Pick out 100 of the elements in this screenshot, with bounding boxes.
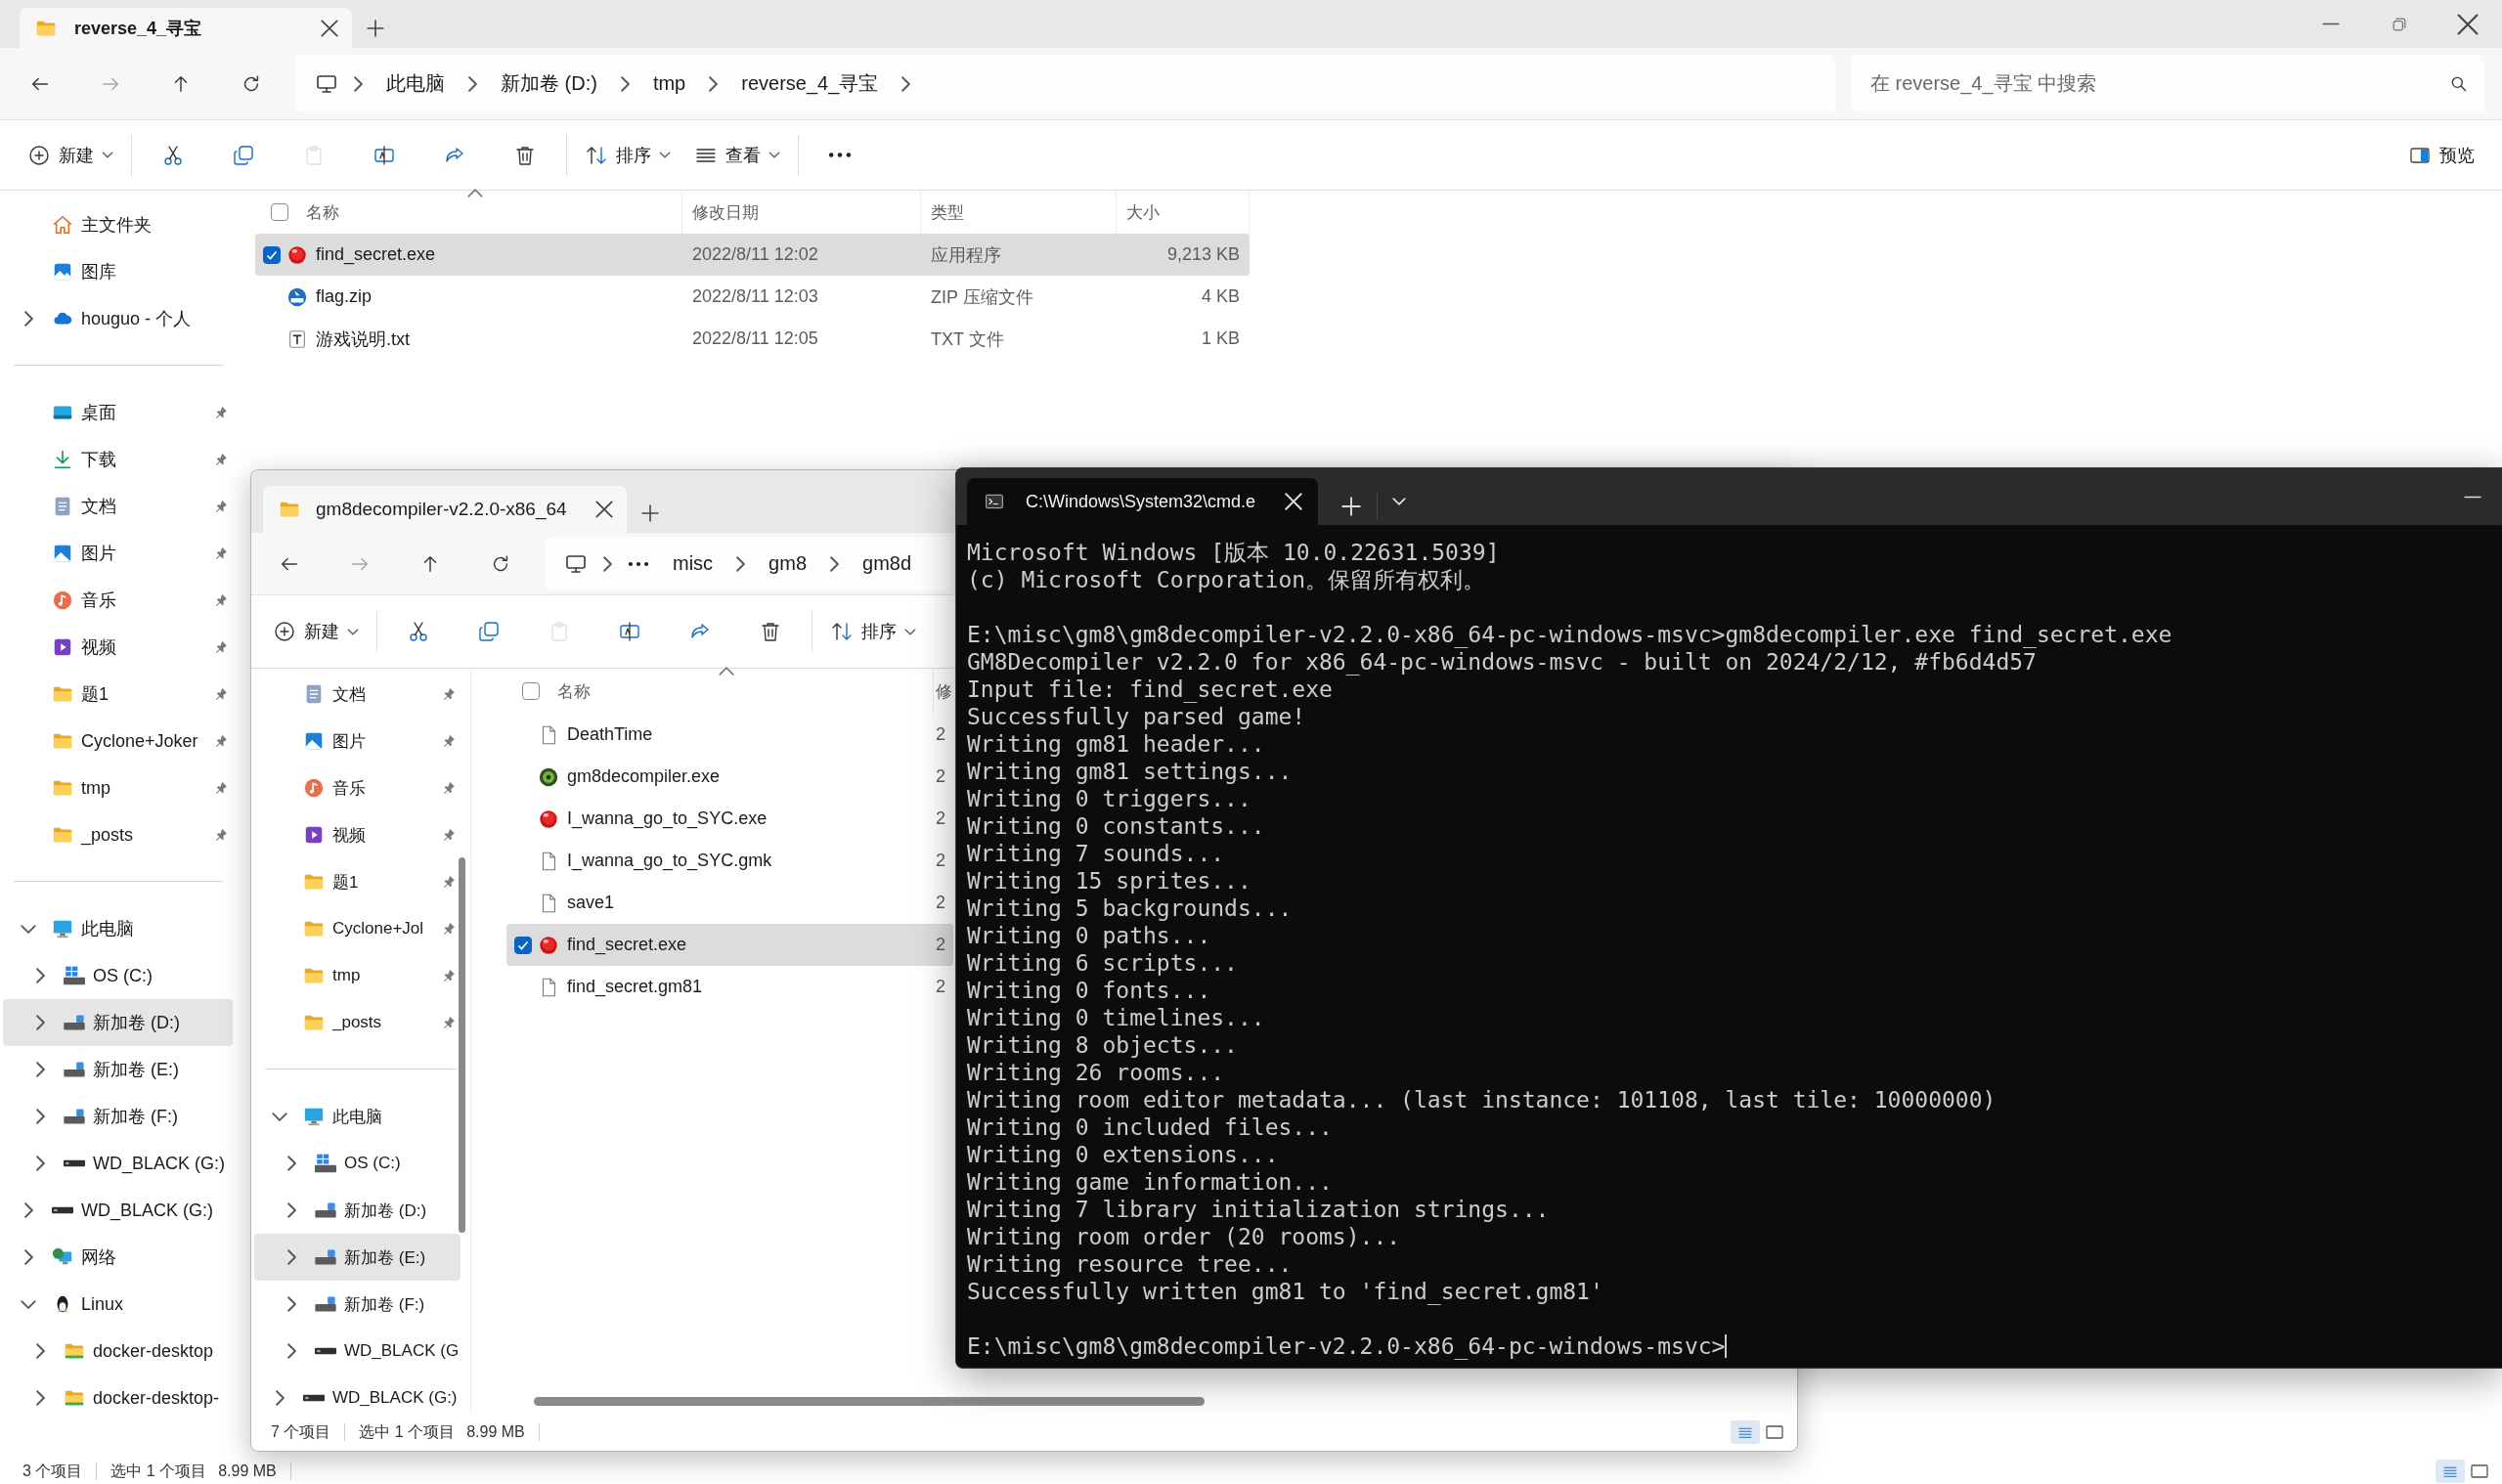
sidebar-item[interactable]: Linux	[3, 1281, 233, 1328]
sidebar-item[interactable]: WD_BLACK (G:)	[3, 1187, 233, 1234]
column-header[interactable]: 名称	[557, 679, 591, 703]
sidebar-item[interactable]: 图库	[3, 248, 233, 295]
breadcrumb-item[interactable]: tmp	[638, 72, 700, 95]
window-tab[interactable]: reverse_4_寻宝	[20, 8, 352, 48]
sidebar-item[interactable]: 新加卷 (F:)	[254, 1281, 461, 1328]
breadcrumb-item[interactable]: gm8	[755, 552, 820, 575]
column-header[interactable]: 大小	[1126, 200, 1160, 224]
status-text: 8.99 MB	[218, 1462, 277, 1480]
column-header[interactable]: 名称	[306, 200, 339, 224]
window-tab[interactable]: gm8decompiler-v2.2.0-x86_64	[263, 486, 627, 533]
sidebar-item[interactable]: 题1	[3, 671, 233, 718]
search-field[interactable]: 在 reverse_4_寻宝 中搜索	[1851, 55, 2484, 112]
sidebar-item[interactable]: 桌面	[3, 389, 233, 436]
terminal-icon	[985, 492, 1004, 511]
sidebar-item[interactable]: 视频	[3, 624, 233, 671]
new-button[interactable]: 新建	[261, 606, 371, 657]
sidebar-item[interactable]: houguo - 个人	[3, 295, 233, 342]
download-icon	[52, 449, 73, 470]
close-tab-button[interactable]	[321, 19, 338, 37]
sidebar-item[interactable]: Cyclone+Joker	[3, 718, 233, 764]
scrollbar[interactable]	[534, 1396, 1205, 1406]
sidebar-item[interactable]: _posts	[254, 999, 461, 1046]
console-line: Writing 0 constants...	[967, 812, 1266, 840]
sidebar-item[interactable]: 音乐	[254, 764, 461, 811]
sidebar-item[interactable]: WD_BLACK (G:)	[254, 1375, 461, 1421]
sidebar-item[interactable]: 题1	[254, 858, 461, 905]
sidebar-item[interactable]: OS (C:)	[254, 1140, 461, 1187]
sidebar-item[interactable]: tmp	[254, 952, 461, 999]
sidebar-item[interactable]: 新加卷 (E:)	[254, 1234, 461, 1281]
sort-button[interactable]: 排序	[818, 606, 928, 657]
rename-icon	[618, 620, 641, 643]
sidebar-item[interactable]: Cyclone+Jol	[254, 905, 461, 952]
sidebar-item[interactable]: 新加卷 (F:)	[3, 1093, 233, 1140]
sidebar-item[interactable]: 此电脑	[3, 905, 233, 952]
sidebar-item[interactable]: 图片	[254, 718, 461, 764]
image-icon	[52, 543, 73, 564]
sidebar-item[interactable]: 文档	[3, 483, 233, 530]
column-header[interactable]: 修	[936, 679, 952, 703]
ball-icon	[538, 934, 559, 956]
breadcrumb-item[interactable]: reverse_4_寻宝	[727, 70, 893, 97]
sidebar-item[interactable]: 文档	[254, 671, 461, 718]
terminal-tab[interactable]: C:\Windows\System32\cmd.e	[967, 478, 1318, 525]
sidebar-item[interactable]: docker-desktop	[3, 1328, 233, 1375]
address-bar[interactable]: misc gm8 gm8d	[545, 537, 950, 590]
sidebar-item[interactable]: 主文件夹	[3, 201, 233, 248]
view-button[interactable]: 查看	[682, 129, 792, 181]
sort-button[interactable]: 排序	[573, 129, 682, 181]
sidebar-item[interactable]: 新加卷 (D:)	[254, 1187, 461, 1234]
file-row[interactable]: 游戏说明.txt 2022/8/11 12:05 TXT 文件 1 KB	[255, 318, 1250, 360]
name-cell: flag.zip	[316, 286, 373, 307]
sidebar-item[interactable]: _posts	[3, 811, 233, 858]
file-row[interactable]: find_secret.gm81 2	[506, 966, 953, 1008]
sidebar-item[interactable]: tmp	[3, 764, 233, 811]
home-icon	[52, 214, 73, 236]
console-line: Writing 6 scripts...	[967, 949, 1239, 977]
column-header[interactable]: 类型	[931, 200, 964, 224]
address-bar[interactable]: 此电脑 新加卷 (D:) tmp reverse_4_寻宝	[295, 55, 1835, 112]
sidebar-item[interactable]: 新加卷 (D:)	[3, 999, 233, 1046]
search-icon	[2449, 74, 2469, 94]
scrollbar[interactable]	[459, 857, 465, 1233]
breadcrumb-item[interactable]: gm8d	[849, 552, 926, 575]
new-button[interactable]: 新建	[16, 129, 125, 181]
file-row[interactable]: I_wanna_go_to_SYC.gmk 2	[506, 840, 953, 882]
sidebar-item[interactable]: 音乐	[3, 577, 233, 624]
file-row[interactable]: flag.zip 2022/8/11 12:03 ZIP 压缩文件 4 KB	[255, 276, 1250, 318]
breadcrumb-item[interactable]: 新加卷 (D:)	[487, 70, 611, 97]
sidebar-item[interactable]: 新加卷 (E:)	[3, 1046, 233, 1093]
sidebar-item[interactable]: 下载	[3, 436, 233, 483]
sort-caret-icon	[719, 667, 734, 676]
file-row[interactable]: I_wanna_go_to_SYC.exe 2	[506, 798, 953, 840]
details-view-button[interactable]	[1731, 1420, 1760, 1444]
sidebar-item[interactable]: OS (C:)	[3, 952, 233, 999]
preview-button[interactable]: 预览	[2396, 129, 2486, 181]
file-row[interactable]: find_secret.exe 2	[506, 924, 953, 966]
sidebar-item[interactable]: 此电脑	[254, 1093, 461, 1140]
details-view-button[interactable]	[2436, 1460, 2465, 1483]
file-row[interactable]: save1 2	[506, 882, 953, 924]
sidebar-item[interactable]: 网络	[3, 1234, 233, 1281]
checkbox[interactable]	[514, 936, 532, 954]
text-file-icon	[286, 327, 308, 350]
drive-icon	[303, 1394, 325, 1402]
sidebar-item[interactable]: 图片	[3, 530, 233, 577]
sidebar-item[interactable]: 视频	[254, 811, 461, 858]
close-tab-button[interactable]	[595, 501, 613, 518]
checkbox[interactable]	[263, 245, 281, 264]
console-line: Writing 0 paths...	[967, 922, 1212, 949]
file-row[interactable]: DeathTime 2	[506, 714, 953, 756]
sidebar-item[interactable]: docker-desktop-	[3, 1375, 233, 1421]
file-row[interactable]: gm8decompiler.exe 2	[506, 756, 953, 798]
file-row[interactable]: find_secret.exe 2022/8/11 12:02 应用程序 9,213 KB	[255, 234, 1250, 276]
select-all-checkbox[interactable]	[522, 682, 540, 700]
sidebar-item[interactable]: WD_BLACK (G	[254, 1328, 461, 1375]
breadcrumb-item[interactable]: misc	[659, 552, 727, 575]
drive-icon	[315, 1202, 336, 1218]
sidebar-item[interactable]: WD_BLACK (G:)	[3, 1140, 233, 1187]
column-header[interactable]: 修改日期	[692, 200, 759, 224]
select-all-checkbox[interactable]	[271, 203, 288, 221]
breadcrumb-item[interactable]: 此电脑	[373, 70, 459, 97]
